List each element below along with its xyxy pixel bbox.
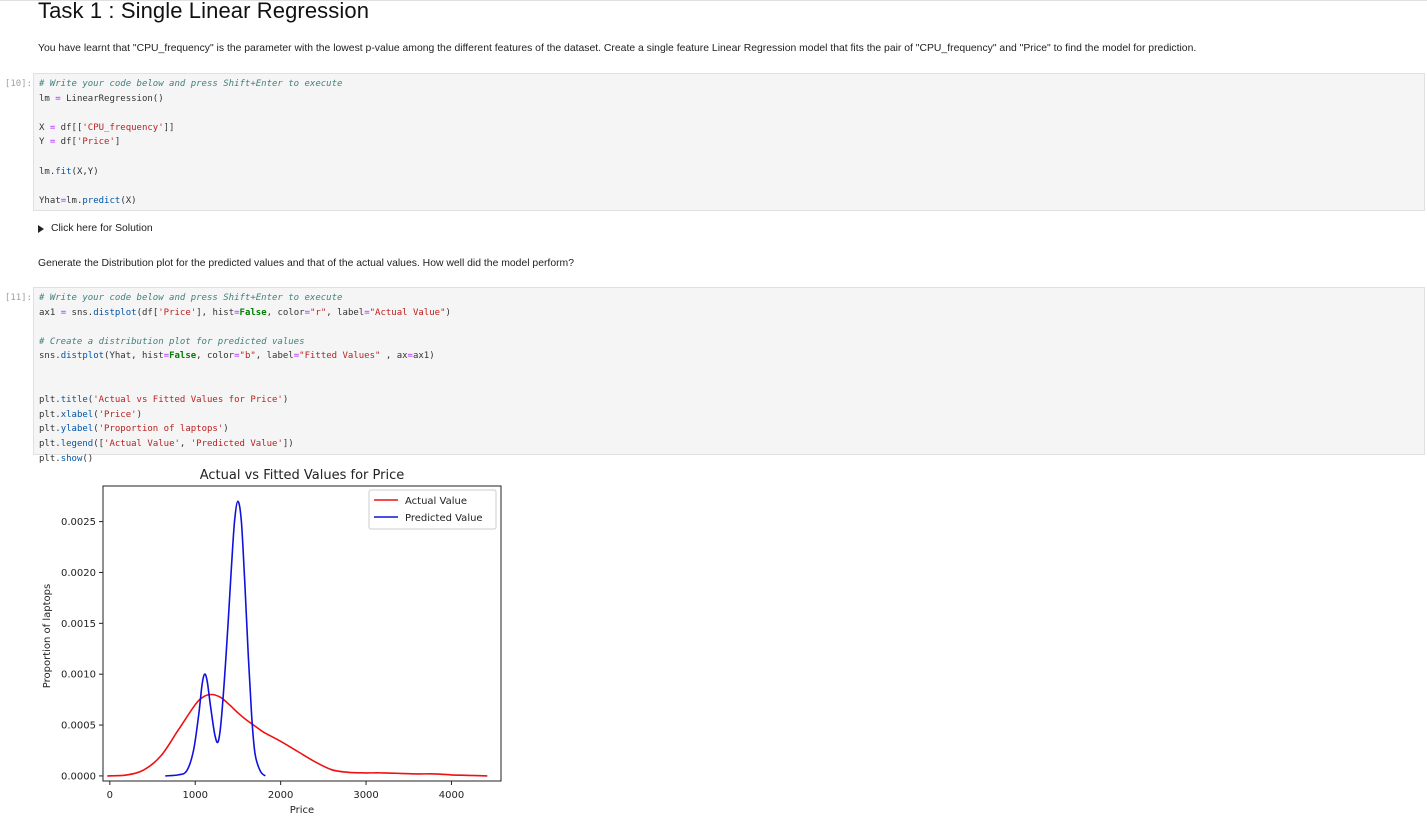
y-tick-label: 0.0000: [61, 771, 96, 782]
y-tick-label: 0.0015: [61, 619, 96, 630]
x-tick-label: 4000: [439, 790, 464, 801]
series-line-predicted: [165, 500, 266, 777]
y-tick-label: 0.0010: [61, 670, 96, 681]
chart-title: Actual vs Fitted Values for Price: [200, 468, 405, 483]
x-axis-label: Price: [290, 805, 314, 816]
x-tick-label: 3000: [353, 790, 378, 801]
legend-label: Predicted Value: [405, 513, 483, 524]
x-tick-label: 0: [107, 790, 113, 801]
y-tick-label: 0.0020: [61, 568, 96, 579]
series-line-actual: [107, 693, 488, 777]
distribution-chart: Actual vs Fitted Values for Price Price …: [42, 468, 502, 816]
x-tick-label: 2000: [268, 790, 293, 801]
plot-frame: [102, 485, 502, 782]
y-tick-label: 0.0005: [61, 721, 96, 732]
y-axis-label: Proportion of laptops: [42, 584, 53, 688]
legend-label: Actual Value: [405, 496, 467, 507]
x-tick-label: 1000: [183, 790, 208, 801]
y-tick-label: 0.0025: [61, 517, 96, 528]
